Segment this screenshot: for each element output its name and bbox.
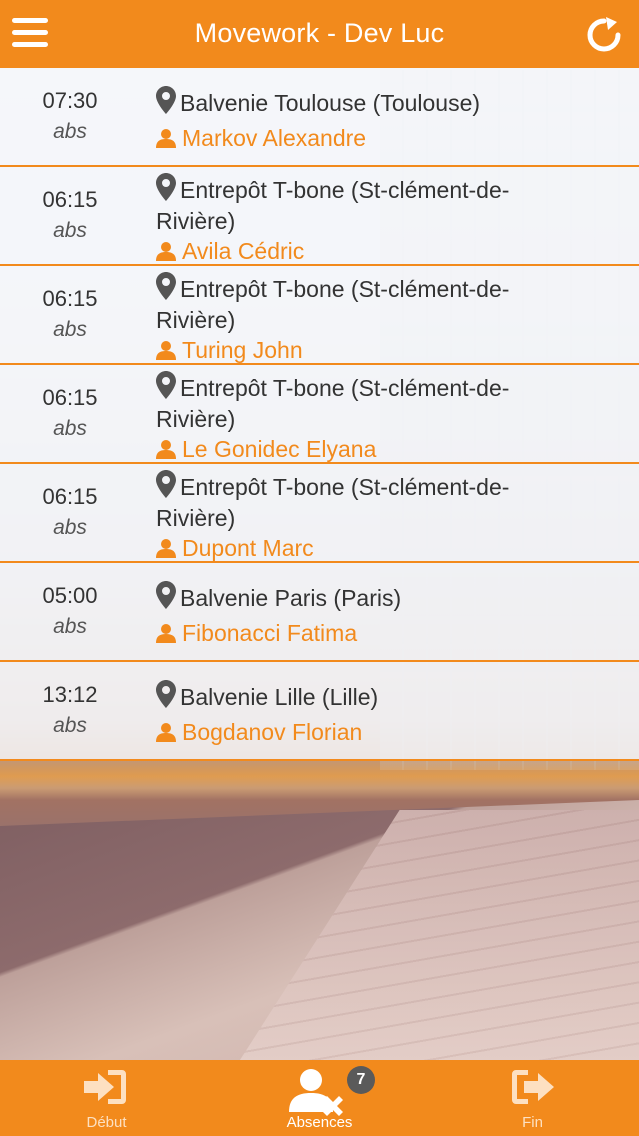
entry-status: abs [53, 417, 87, 440]
entry-time: 07:30 [42, 88, 98, 113]
entry-status: abs [53, 714, 87, 737]
user-icon [156, 723, 176, 742]
tab-fin[interactable]: Fin [426, 1060, 639, 1136]
entry-status: abs [53, 219, 87, 242]
entry-location: Balvenie Lille (Lille) [156, 680, 556, 713]
map-pin-icon [156, 680, 176, 708]
absences-count-badge: 7 [347, 1066, 375, 1094]
entry-person: Markov Alexandre [156, 124, 366, 152]
entry-status: abs [53, 516, 87, 539]
entry-time: 13:12 [42, 682, 98, 707]
location-line-2: Rivière) [156, 406, 236, 432]
list-item[interactable]: 13:12 abs Balvenie Lille (Lille) Bogdano… [0, 662, 639, 761]
entry-location: Entrepôt T-bone (St-clément-de- Rivière) [156, 371, 556, 435]
user-remove-icon [289, 1069, 343, 1116]
entry-time: 06:15 [42, 187, 98, 212]
user-icon [156, 129, 176, 148]
tab-label: Fin [522, 1114, 543, 1131]
entry-location: Entrepôt T-bone (St-clément-de- Rivière) [156, 173, 556, 237]
map-pin-icon [156, 470, 176, 498]
person-name: Dupont Marc [182, 535, 314, 561]
list-item[interactable]: 06:15 abs Entrepôt T-bone (St-clément-de… [0, 365, 639, 464]
person-name: Le Gonidec Elyana [182, 436, 377, 462]
entry-location: Entrepôt T-bone (St-clément-de- Rivière) [156, 470, 556, 534]
entry-person: Bogdanov Florian [156, 718, 362, 746]
map-pin-icon [156, 86, 176, 114]
location-line-2: Rivière) [156, 505, 236, 531]
location-line-1: Entrepôt T-bone (St-clément-de- [180, 177, 510, 203]
entry-person: Turing John [156, 336, 303, 364]
person-name: Avila Cédric [182, 238, 305, 264]
entry-person: Le Gonidec Elyana [156, 435, 376, 463]
entry-person: Dupont Marc [156, 534, 314, 562]
person-name: Markov Alexandre [182, 125, 367, 151]
entry-time: 06:15 [42, 385, 98, 410]
list-item[interactable]: 07:30 abs Balvenie Toulouse (Toulouse) M… [0, 68, 639, 167]
entry-person: Avila Cédric [156, 237, 304, 265]
refresh-icon[interactable] [584, 15, 624, 55]
sign-in-icon [84, 1070, 126, 1104]
user-icon [156, 341, 176, 360]
user-icon [156, 242, 176, 261]
user-icon [156, 624, 176, 643]
entry-location: Balvenie Paris (Paris) [156, 581, 556, 614]
sign-out-icon [512, 1070, 554, 1104]
list-item[interactable]: 06:15 abs Entrepôt T-bone (St-clément-de… [0, 464, 639, 563]
entry-status: abs [53, 615, 87, 638]
entry-location: Balvenie Toulouse (Toulouse) [156, 86, 556, 119]
tab-absences[interactable]: Absences [213, 1060, 426, 1136]
location-line-1: Entrepôt T-bone (St-clément-de- [180, 375, 510, 401]
tab-debut[interactable]: Début [0, 1060, 213, 1136]
entry-status: abs [53, 318, 87, 341]
location-line-1: Balvenie Lille (Lille) [180, 684, 379, 710]
app-header: Movework - Dev Luc [0, 0, 639, 68]
entry-time: 06:15 [42, 484, 98, 509]
person-name: Turing John [182, 337, 303, 363]
location-line-1: Balvenie Toulouse (Toulouse) [180, 90, 481, 116]
tab-label: Absences [286, 1114, 353, 1131]
list-item[interactable]: 05:00 abs Balvenie Paris (Paris) Fibonac… [0, 563, 639, 662]
location-line-1: Balvenie Paris (Paris) [180, 585, 402, 611]
page-title: Movework - Dev Luc [194, 18, 445, 48]
entry-person: Fibonacci Fatima [156, 619, 357, 647]
location-line-2: Rivière) [156, 208, 236, 234]
list-item[interactable]: 06:15 abs Entrepôt T-bone (St-clément-de… [0, 266, 639, 365]
map-pin-icon [156, 371, 176, 399]
entry-time: 06:15 [42, 286, 98, 311]
bottom-tab-bar: Début Absences Fin [0, 1060, 639, 1136]
map-pin-icon [156, 173, 176, 201]
tab-label: Début [86, 1114, 127, 1131]
location-line-1: Entrepôt T-bone (St-clément-de- [180, 276, 510, 302]
entry-status: abs [53, 120, 87, 143]
entry-time: 05:00 [42, 583, 98, 608]
absence-list: 07:30 abs Balvenie Toulouse (Toulouse) M… [0, 68, 639, 761]
person-name: Fibonacci Fatima [182, 620, 358, 646]
user-icon [156, 539, 176, 558]
background-light-streak [0, 760, 639, 800]
list-item[interactable]: 06:15 abs Entrepôt T-bone (St-clément-de… [0, 167, 639, 266]
location-line-1: Entrepôt T-bone (St-clément-de- [180, 474, 510, 500]
person-name: Bogdanov Florian [182, 719, 363, 745]
map-pin-icon [156, 272, 176, 300]
user-icon [156, 440, 176, 459]
location-line-2: Rivière) [156, 307, 236, 333]
entry-location: Entrepôt T-bone (St-clément-de- Rivière) [156, 272, 556, 336]
map-pin-icon [156, 581, 176, 609]
